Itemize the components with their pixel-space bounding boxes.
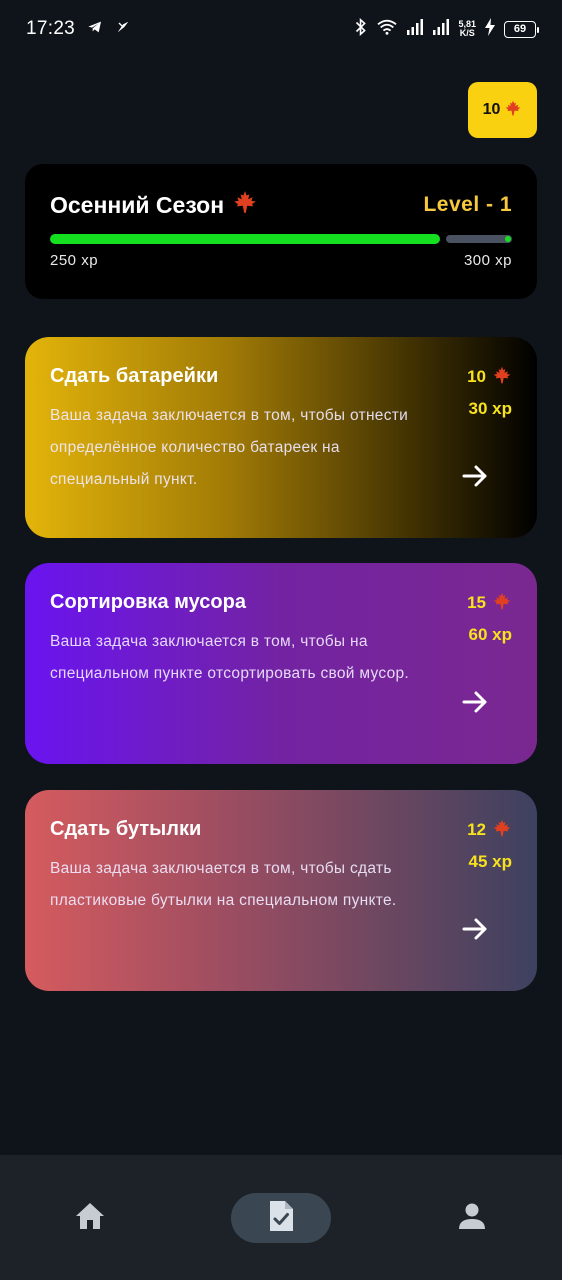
task-reward-leaves: 12 bbox=[467, 818, 512, 843]
task-reward-xp: 60 xp bbox=[468, 625, 512, 644]
nav-tasks-button[interactable] bbox=[231, 1193, 331, 1243]
task-title: Сортировка мусора bbox=[50, 591, 246, 613]
maple-leaf-icon bbox=[232, 189, 258, 221]
nav-home-button[interactable] bbox=[65, 1193, 115, 1243]
telegram-icon bbox=[87, 19, 103, 40]
leaf-balance-badge[interactable]: 10 bbox=[468, 82, 537, 138]
task-reward: 15 60 xp bbox=[467, 591, 512, 645]
task-reward-leaves: 15 bbox=[467, 591, 512, 616]
bluetooth-icon bbox=[354, 17, 368, 41]
status-right: 5,81 K/S 69 bbox=[354, 17, 539, 41]
arrow-right-icon[interactable] bbox=[461, 462, 489, 490]
status-bar: 17:23 5,81 K/S 69 bbox=[0, 0, 562, 58]
task-reward-xp: 45 xp bbox=[468, 852, 512, 871]
bottom-navigation bbox=[0, 1155, 562, 1280]
maple-leaf-icon bbox=[492, 818, 512, 843]
wifi-icon bbox=[376, 18, 398, 41]
season-xp-target: 300 xp bbox=[463, 252, 512, 269]
season-progress-remaining bbox=[446, 235, 512, 243]
season-progress-labels: 250 xp 300 xp bbox=[50, 252, 512, 269]
task-description: Ваша задача заключается в том, чтобы сда… bbox=[50, 860, 397, 909]
person-icon bbox=[458, 1202, 486, 1235]
net-speed-unit: K/S bbox=[459, 28, 475, 38]
task-card-bottles[interactable]: Сдать бутылки Ваша задача заключается в … bbox=[25, 790, 537, 991]
maple-leaf-icon bbox=[492, 365, 512, 390]
task-reward-leaves-count: 10 bbox=[467, 367, 486, 386]
signal-icon-1 bbox=[406, 18, 424, 40]
battery-indicator: 69 bbox=[504, 20, 539, 38]
task-description: Ваша задача заключается в том, чтобы отн… bbox=[50, 407, 409, 488]
maple-leaf-icon bbox=[504, 99, 522, 122]
nav-profile-button[interactable] bbox=[447, 1193, 497, 1243]
home-icon bbox=[74, 1201, 106, 1236]
season-progress-fill bbox=[50, 234, 440, 244]
task-reward-leaves: 10 bbox=[467, 365, 512, 390]
status-left: 17:23 bbox=[26, 18, 131, 40]
task-check-icon bbox=[267, 1200, 295, 1237]
task-description: Ваша задача заключается в том, чтобы на … bbox=[50, 633, 410, 682]
season-progress-end-dot bbox=[505, 236, 511, 242]
season-title-text: Осенний Сезон bbox=[50, 191, 225, 218]
maple-leaf-icon bbox=[492, 591, 512, 616]
app-notification-icon bbox=[115, 19, 131, 40]
arrow-right-icon[interactable] bbox=[461, 688, 489, 716]
task-card-batteries[interactable]: Сдать батарейки Ваша задача заключается … bbox=[25, 337, 537, 538]
task-title: Сдать батарейки bbox=[50, 365, 219, 387]
charging-icon bbox=[484, 17, 496, 41]
task-reward: 10 30 xp bbox=[467, 365, 512, 419]
season-xp-current: 250 xp bbox=[50, 252, 99, 269]
task-reward-leaves-count: 12 bbox=[467, 820, 486, 839]
arrow-right-icon[interactable] bbox=[461, 915, 489, 943]
signal-icon-2 bbox=[432, 18, 450, 40]
season-header: Осенний Сезон Level - 1 bbox=[50, 190, 512, 220]
task-reward-leaves-count: 15 bbox=[467, 593, 486, 612]
season-title: Осенний Сезон bbox=[50, 189, 258, 221]
task-title: Сдать бутылки bbox=[50, 818, 202, 840]
task-reward: 12 45 xp bbox=[467, 818, 512, 872]
season-card: Осенний Сезон Level - 1 250 xp 300 xp bbox=[25, 164, 537, 299]
leaf-balance-count: 10 bbox=[482, 101, 501, 118]
task-card-sorting[interactable]: Сортировка мусора Ваша задача заключаетс… bbox=[25, 563, 537, 764]
season-level: Level - 1 bbox=[423, 193, 512, 216]
task-reward-xp: 30 xp bbox=[468, 399, 512, 418]
status-time: 17:23 bbox=[26, 18, 76, 39]
net-speed: 5,81 K/S bbox=[458, 20, 476, 38]
season-progress-bar bbox=[50, 234, 512, 244]
